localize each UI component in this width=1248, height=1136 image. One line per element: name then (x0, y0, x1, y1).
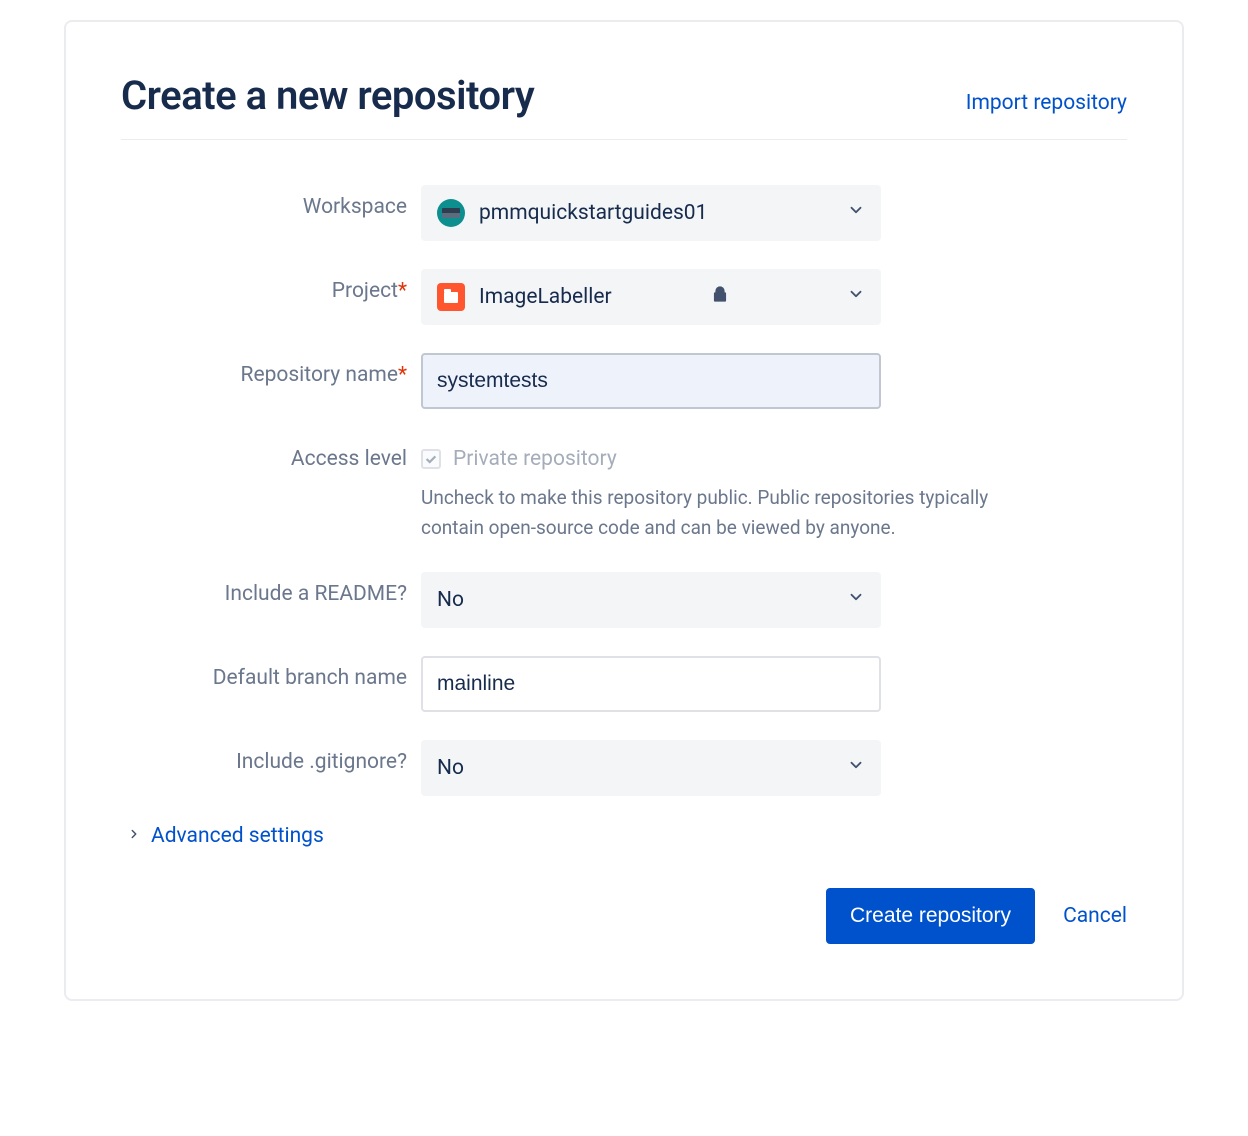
create-repository-button[interactable]: Create repository (826, 888, 1035, 944)
create-repo-form: Create a new repository Import repositor… (64, 20, 1184, 1001)
form-footer: Create repository Cancel (121, 888, 1127, 944)
chevron-down-icon (847, 756, 865, 780)
folder-icon (444, 292, 458, 303)
row-access-level: Access level Private repository Uncheck … (121, 437, 1127, 544)
label-readme: Include a README? (121, 572, 421, 606)
row-readme: Include a README? No (121, 572, 1127, 628)
label-gitignore: Include .gitignore? (121, 740, 421, 774)
chevron-down-icon (847, 588, 865, 612)
gitignore-value: No (437, 756, 464, 780)
access-help-text: Uncheck to make this repository public. … (421, 483, 1041, 544)
chevron-down-icon (847, 201, 865, 225)
lock-icon (711, 285, 729, 309)
checkmark-icon (424, 452, 438, 466)
chevron-right-icon (127, 826, 141, 845)
project-select[interactable]: ImageLabeller (421, 269, 881, 325)
repo-name-input[interactable] (421, 353, 881, 409)
gitignore-select[interactable]: No (421, 740, 881, 796)
private-checkbox-label: Private repository (453, 447, 617, 471)
row-project: Project* ImageLabeller (121, 269, 1127, 325)
label-repo-name: Repository name* (121, 353, 421, 387)
project-value: ImageLabeller (479, 285, 612, 309)
row-workspace: Workspace pmmquickstartguides01 (121, 185, 1127, 241)
row-gitignore: Include .gitignore? No (121, 740, 1127, 796)
workspace-select[interactable]: pmmquickstartguides01 (421, 185, 881, 241)
page-title: Create a new repository (121, 72, 534, 119)
advanced-settings-label: Advanced settings (151, 824, 324, 848)
chevron-down-icon (847, 285, 865, 309)
label-workspace: Workspace (121, 185, 421, 219)
label-access-level: Access level (121, 437, 421, 471)
import-repository-link[interactable]: Import repository (966, 91, 1127, 115)
workspace-value: pmmquickstartguides01 (479, 201, 707, 225)
label-project: Project* (121, 269, 421, 303)
cancel-link[interactable]: Cancel (1063, 904, 1127, 928)
private-checkbox[interactable] (421, 449, 441, 469)
workspace-avatar-icon (437, 199, 465, 227)
row-repo-name: Repository name* (121, 353, 1127, 409)
label-default-branch: Default branch name (121, 656, 421, 690)
readme-select[interactable]: No (421, 572, 881, 628)
readme-value: No (437, 588, 464, 612)
project-avatar-icon (437, 283, 465, 311)
form-header: Create a new repository Import repositor… (121, 72, 1127, 140)
default-branch-input[interactable] (421, 656, 881, 712)
row-default-branch: Default branch name (121, 656, 1127, 712)
advanced-settings-toggle[interactable]: Advanced settings (127, 824, 1127, 848)
